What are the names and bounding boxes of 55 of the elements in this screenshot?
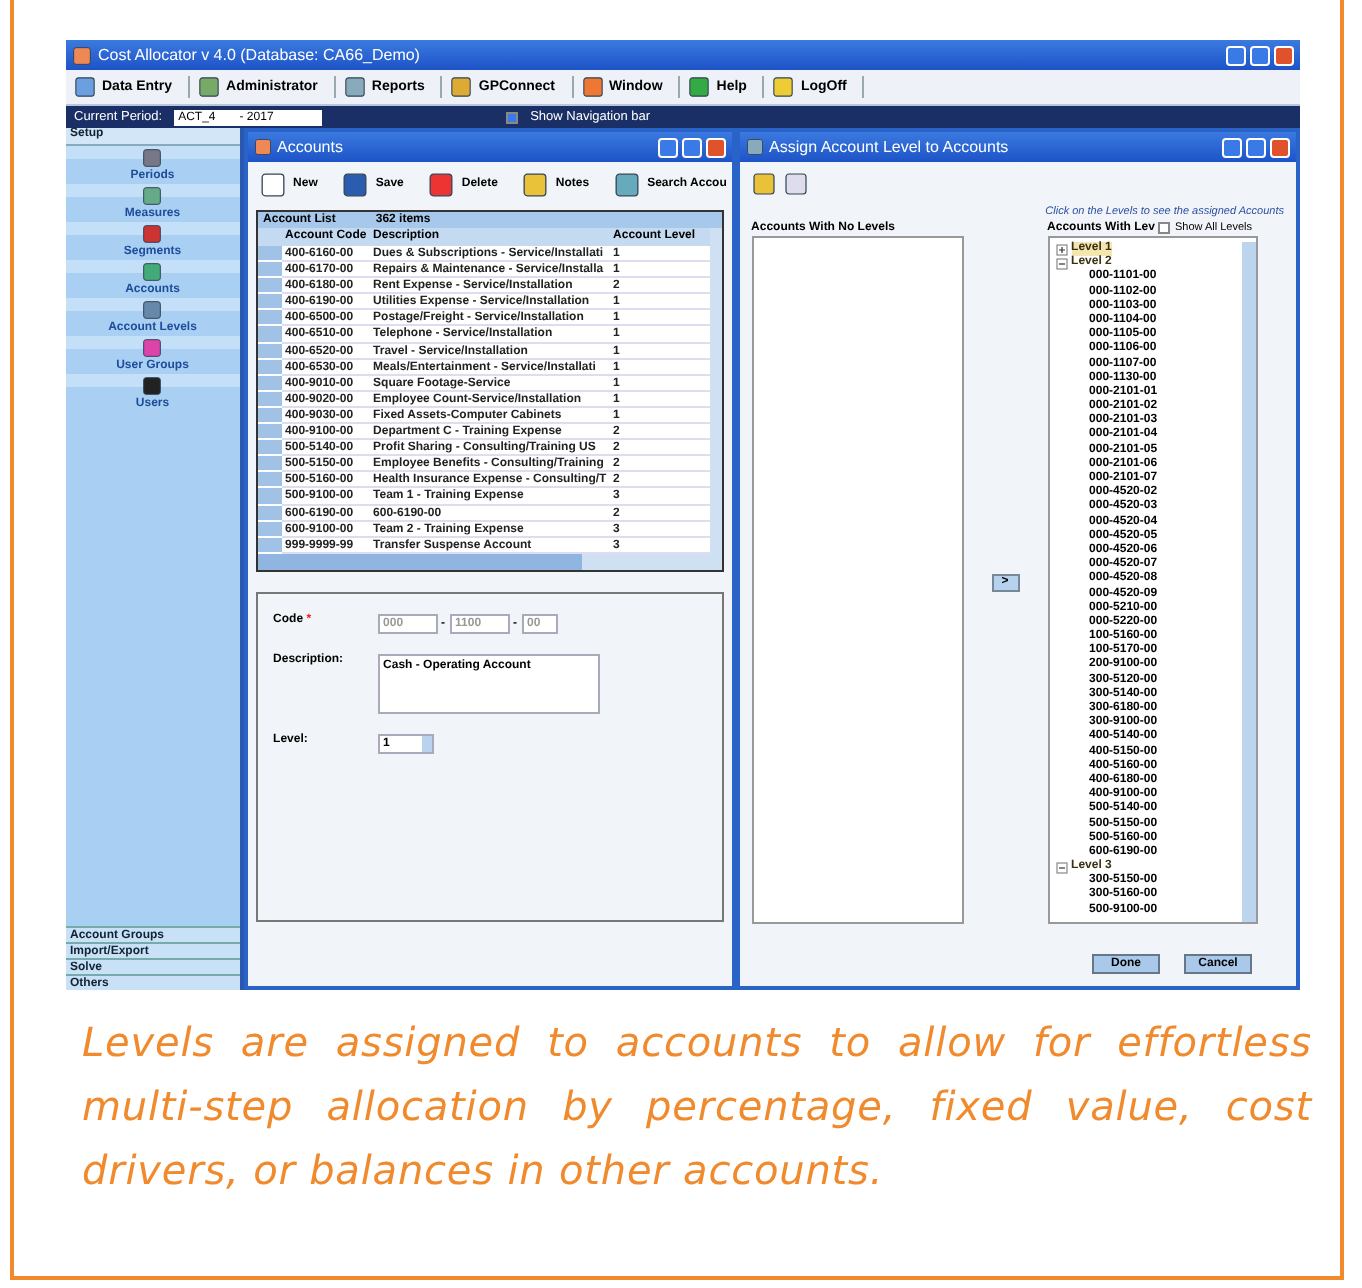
sidebar-item-icon [142, 338, 163, 358]
menu-item-icon [688, 76, 711, 98]
sidebar-item-icon [142, 262, 163, 282]
sidebar-item-icon [142, 186, 163, 206]
collapse-icon[interactable] [1055, 861, 1068, 874]
sidebar-item-icon [142, 224, 163, 244]
minimize-button[interactable] [1222, 137, 1242, 157]
scrollbar[interactable] [709, 228, 722, 554]
checkbox[interactable] [1158, 221, 1171, 233]
row-header[interactable] [257, 278, 282, 295]
row-header[interactable] [257, 262, 282, 279]
maximize-button[interactable] [681, 137, 702, 157]
row-header[interactable] [257, 456, 282, 473]
toolbar-icon [613, 171, 640, 197]
row-header[interactable] [257, 488, 282, 505]
row-header[interactable] [257, 310, 282, 327]
maximize-button[interactable] [1250, 45, 1270, 65]
sidebar-item-icon [142, 148, 163, 168]
sidebar-item-icon [142, 300, 163, 320]
window-icon [745, 138, 764, 156]
menu-item-icon [772, 76, 795, 98]
toolbar-icon [521, 171, 548, 197]
toolbar-icon [427, 171, 454, 197]
minimize-button[interactable] [657, 137, 678, 157]
unassigned-accounts-list[interactable] [751, 236, 964, 924]
window-title: Accounts [277, 138, 343, 156]
window-title: Cost Allocator v 4.0 (Database: CA66_Demo) [98, 46, 420, 64]
close-button[interactable] [1270, 137, 1290, 157]
close-button[interactable] [705, 137, 726, 157]
expand-icon[interactable] [1055, 243, 1068, 256]
window-icon [253, 138, 272, 156]
close-button[interactable] [1274, 45, 1294, 65]
sidebar-item-icon [142, 376, 163, 396]
caption: Levels are assigned to accounts to allow for effortless multi-step allocation by percentage, fixed value, cost drivers, or balances in other accounts. [80, 1016, 1315, 1198]
toolbar-icon [341, 171, 368, 197]
window-title: Assign Account Level to Accounts [769, 138, 1009, 156]
app-logo-icon [72, 45, 92, 65]
row-header[interactable] [257, 472, 282, 489]
column-header [257, 228, 282, 246]
collapse-icon[interactable] [1055, 257, 1068, 270]
maximize-button[interactable] [1246, 137, 1266, 157]
minimize-button[interactable] [1226, 45, 1246, 65]
menu-item-icon [198, 76, 221, 98]
row-header[interactable] [257, 326, 282, 344]
row-header[interactable] [257, 424, 282, 441]
row-header[interactable] [257, 294, 282, 311]
checkbox[interactable] [506, 111, 519, 123]
row-header[interactable] [257, 440, 282, 457]
menu-item-icon [581, 76, 603, 98]
scrollbar[interactable] [1241, 242, 1256, 922]
menu-item-icon [343, 76, 366, 98]
menu-item-icon [450, 76, 473, 98]
menu-item-icon [74, 76, 96, 98]
toolbar-icon [259, 171, 286, 197]
row-header[interactable] [257, 246, 282, 263]
